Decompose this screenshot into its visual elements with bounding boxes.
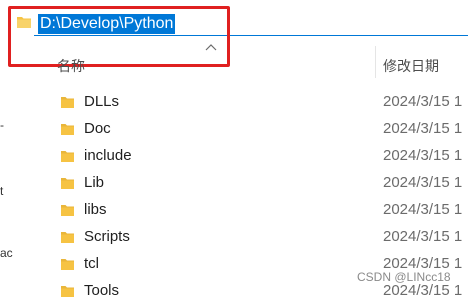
file-date-modified: 2024/3/15 1 [383,174,463,191]
list-item[interactable]: Lib 2024/3/15 1 [50,170,468,197]
folder-icon [61,178,74,189]
file-name: include [84,147,132,164]
list-item[interactable]: Doc 2024/3/15 1 [50,116,468,143]
column-header-name[interactable]: 名称 [57,56,85,76]
file-name: Tools [84,282,120,299]
column-divider[interactable] [375,46,376,78]
nav-text-fragment: ac [0,246,13,260]
file-date-modified: 2024/3/15 1 [383,120,463,137]
file-name: tcl [84,255,99,272]
file-name: DLLs [84,93,120,110]
chevron-up-icon [205,44,217,51]
watermark-text: CSDN @LINcc18 [357,270,451,284]
file-name: Scripts [84,228,130,245]
file-name: Doc [84,120,111,137]
navigation-pane-edge[interactable]: - t ac [0,44,14,292]
folder-icon [17,17,31,28]
address-input-underline [34,35,468,36]
list-item[interactable]: libs 2024/3/15 1 [50,197,468,224]
folder-icon [61,232,74,243]
folder-icon [61,151,74,162]
address-input[interactable]: D:\Develop\Python [38,14,176,34]
nav-text-fragment: - [0,118,4,132]
file-date-modified: 2024/3/15 1 [383,201,463,218]
file-date-modified: 2024/3/15 1 [383,282,463,299]
file-name: Lib [84,174,105,191]
file-date-modified: 2024/3/15 1 [383,147,463,164]
folder-icon [61,205,74,216]
folder-icon [61,259,74,270]
address-bar[interactable]: D:\Develop\Python [0,0,468,44]
list-item[interactable]: DLLs 2024/3/15 1 [50,89,468,116]
list-item[interactable]: include 2024/3/15 1 [50,143,468,170]
folder-icon [61,286,74,297]
folder-icon [61,97,74,108]
list-item[interactable]: Scripts 2024/3/15 1 [50,224,468,251]
nav-text-fragment: t [0,184,4,198]
column-header-date-modified[interactable]: 修改日期 [383,56,439,76]
file-name: libs [84,201,107,218]
file-date-modified: 2024/3/15 1 [383,228,463,245]
folder-icon [61,124,74,135]
file-date-modified: 2024/3/15 1 [383,93,463,110]
